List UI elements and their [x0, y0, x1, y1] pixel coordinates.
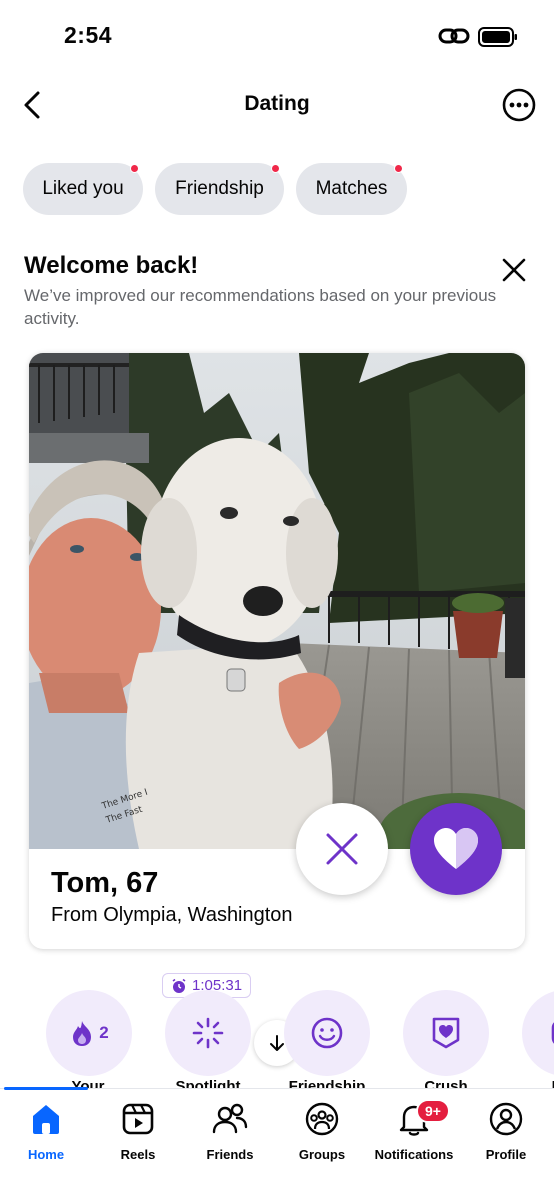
chip-liked-you[interactable]: Liked you [23, 163, 143, 215]
shortcut-instagram[interactable] [522, 990, 554, 1076]
shortcut-your[interactable]: 2 [46, 990, 132, 1076]
notification-dot [394, 164, 403, 173]
crush-heart-icon [432, 1017, 460, 1049]
profile-icon [489, 1102, 523, 1136]
fire-icon [73, 1021, 92, 1046]
profile-location: From Olympia, Washington [51, 904, 293, 926]
alarm-clock-icon [172, 978, 186, 993]
tab-label: Profile [485, 1147, 527, 1162]
chip-label: Friendship [175, 178, 264, 199]
shortcuts-row: 1:05:31 2 Your Spotlight Friendship Crus… [0, 968, 554, 1090]
heart-icon [434, 828, 478, 869]
smiley-icon [311, 1017, 343, 1049]
welcome-subtitle: We’ve improved our recommendations based… [24, 286, 497, 328]
tab-home[interactable]: Home [0, 1101, 98, 1171]
chip-label: Liked you [42, 178, 124, 199]
tab-friends[interactable]: Friends [178, 1101, 282, 1171]
page-title: Dating [244, 92, 310, 115]
close-icon [326, 833, 358, 865]
tab-label: Notifications [374, 1147, 454, 1162]
reels-icon [122, 1103, 154, 1135]
instagram-icon [551, 1022, 554, 1044]
tab-reels[interactable]: Reels [86, 1101, 190, 1171]
link-icon [438, 28, 470, 44]
bottom-tab-bar: Home Reels Friends Groups Notifications … [0, 1087, 554, 1200]
chip-matches[interactable]: Matches [296, 163, 407, 215]
welcome-title: Welcome back! [24, 252, 199, 279]
tab-profile[interactable]: Profile [454, 1101, 554, 1171]
profile-photo: The More I The Fast [29, 353, 525, 849]
profile-name-age: Tom, 67 [51, 867, 159, 899]
status-bar: 2:54 [0, 0, 554, 70]
notification-count-badge: 9+ [416, 1099, 450, 1123]
notification-dot [271, 164, 280, 173]
tab-label: Reels [120, 1147, 156, 1162]
chip-friendship[interactable]: Friendship [155, 163, 284, 215]
tab-label: Home [27, 1147, 65, 1162]
friends-icon [212, 1103, 248, 1134]
tab-groups[interactable]: Groups [270, 1101, 374, 1171]
spotlight-icon [192, 1017, 224, 1049]
shortcut-spotlight[interactable] [165, 990, 251, 1076]
notification-dot [130, 164, 139, 173]
status-time: 2:54 [64, 22, 113, 48]
pass-button[interactable] [296, 803, 388, 895]
chip-label: Matches [315, 178, 388, 199]
tab-label: Friends [206, 1147, 254, 1162]
like-button[interactable] [410, 803, 502, 895]
tab-label: Groups [298, 1147, 346, 1162]
battery-icon [478, 27, 517, 47]
dismiss-welcome-button[interactable] [500, 256, 528, 284]
active-tab-indicator [4, 1087, 88, 1090]
groups-icon [305, 1102, 339, 1136]
shortcut-crush[interactable] [403, 990, 489, 1076]
tab-notifications[interactable]: Notifications 9+ [362, 1099, 466, 1171]
home-icon [33, 1105, 59, 1134]
shortcut-friendship[interactable] [284, 990, 370, 1076]
shortcut-count: 2 [99, 1023, 109, 1042]
more-options-button[interactable] [502, 88, 536, 122]
header: Dating [0, 78, 554, 132]
